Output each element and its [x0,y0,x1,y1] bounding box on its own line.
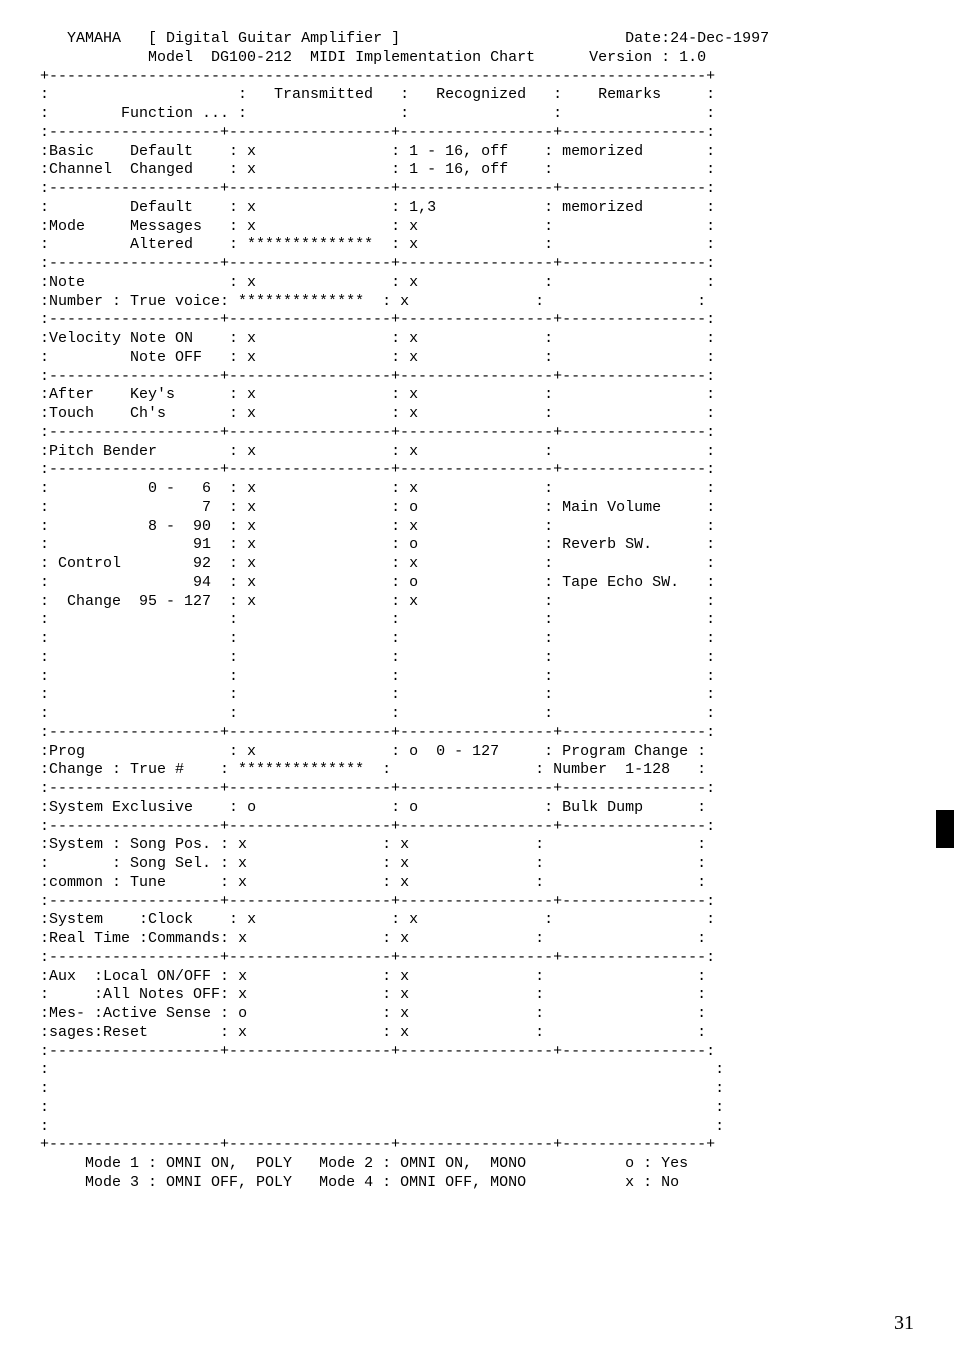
version: Version : 1.0 [589,49,706,66]
model-line: Model DG100-212 MIDI Implementation Char… [148,49,535,66]
col-remarks: Remarks [598,86,661,103]
side-tab-marker [936,810,954,848]
col-function: Function ... [121,105,229,122]
col-transmitted: Transmitted [274,86,373,103]
date: Date:24-Dec-1997 [625,30,769,47]
page-number: 31 [894,1311,914,1336]
midi-chart: YAMAHA [ Digital Guitar Amplifier ] Date… [40,30,914,1193]
col-recognized: Recognized [436,86,526,103]
product-title: [ Digital Guitar Amplifier ] [148,30,400,47]
brand: YAMAHA [67,30,121,47]
